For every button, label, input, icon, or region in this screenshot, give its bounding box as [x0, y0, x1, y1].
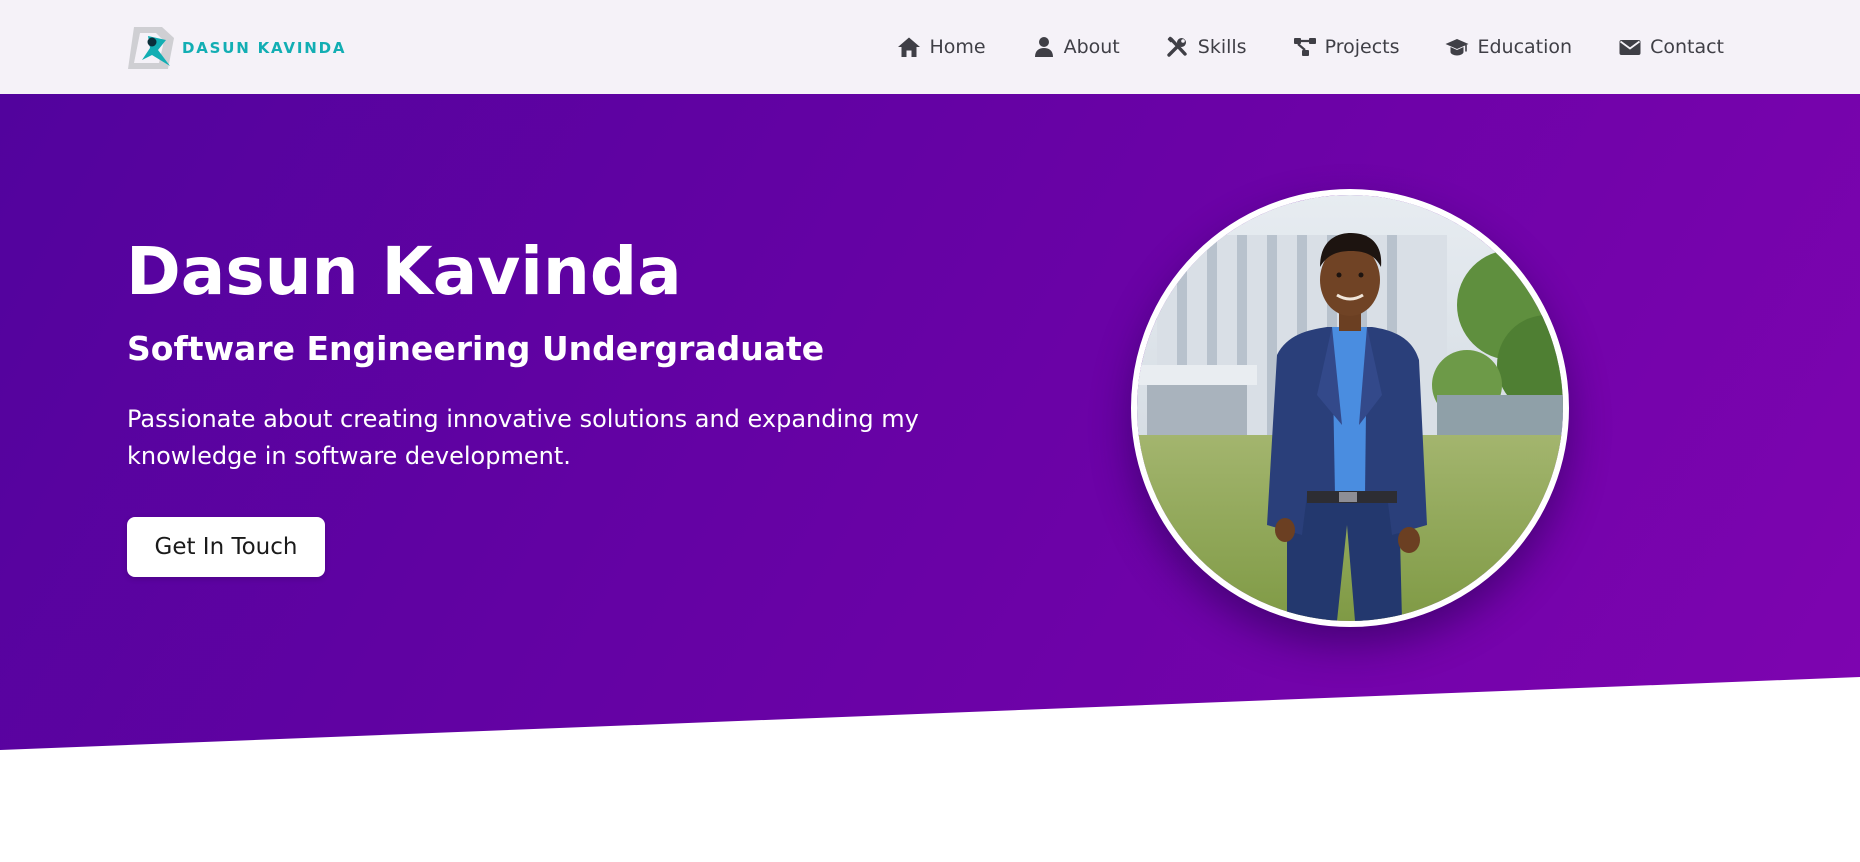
hero-subtitle: Software Engineering Undergraduate: [127, 329, 825, 368]
nav-item-about[interactable]: About: [1032, 36, 1120, 58]
project-diagram-icon: [1293, 38, 1316, 56]
nav-item-label: Education: [1477, 36, 1573, 58]
tools-icon: [1167, 36, 1187, 57]
hero-section: Dasun Kavinda Software Engineering Under…: [0, 94, 1860, 750]
dk-logo-icon: [128, 27, 174, 69]
hero-name: Dasun Kavinda: [126, 233, 682, 310]
get-in-touch-button[interactable]: Get In Touch: [127, 517, 325, 577]
user-icon: [1034, 37, 1053, 57]
nav-item-label: Skills: [1197, 36, 1247, 58]
nav-item-skills[interactable]: Skills: [1166, 36, 1247, 58]
nav-item-contact[interactable]: Contact: [1618, 36, 1724, 58]
brand-name: DASUN KAVINDA: [182, 39, 347, 57]
graduation-cap-icon: [1445, 39, 1469, 56]
home-icon: [898, 37, 921, 57]
nav-item-label: Projects: [1324, 36, 1400, 58]
navbar: DASUN KAVINDA Home About Skills Projects…: [0, 0, 1860, 94]
nav-item-label: Contact: [1650, 36, 1724, 58]
nav-item-label: Home: [929, 36, 986, 58]
nav-menu: Home About Skills Projects Education Con…: [897, 0, 1724, 94]
envelope-icon: [1619, 40, 1641, 55]
nav-item-projects[interactable]: Projects: [1293, 36, 1400, 58]
nav-item-home[interactable]: Home: [897, 36, 986, 58]
nav-item-education[interactable]: Education: [1445, 36, 1572, 58]
profile-photo: [1131, 189, 1569, 627]
hero-description: Passionate about creating innovative sol…: [127, 405, 919, 470]
nav-item-label: About: [1063, 36, 1120, 58]
profile-photo-image: [1137, 195, 1563, 621]
brand-logo[interactable]: DASUN KAVINDA: [128, 26, 346, 70]
